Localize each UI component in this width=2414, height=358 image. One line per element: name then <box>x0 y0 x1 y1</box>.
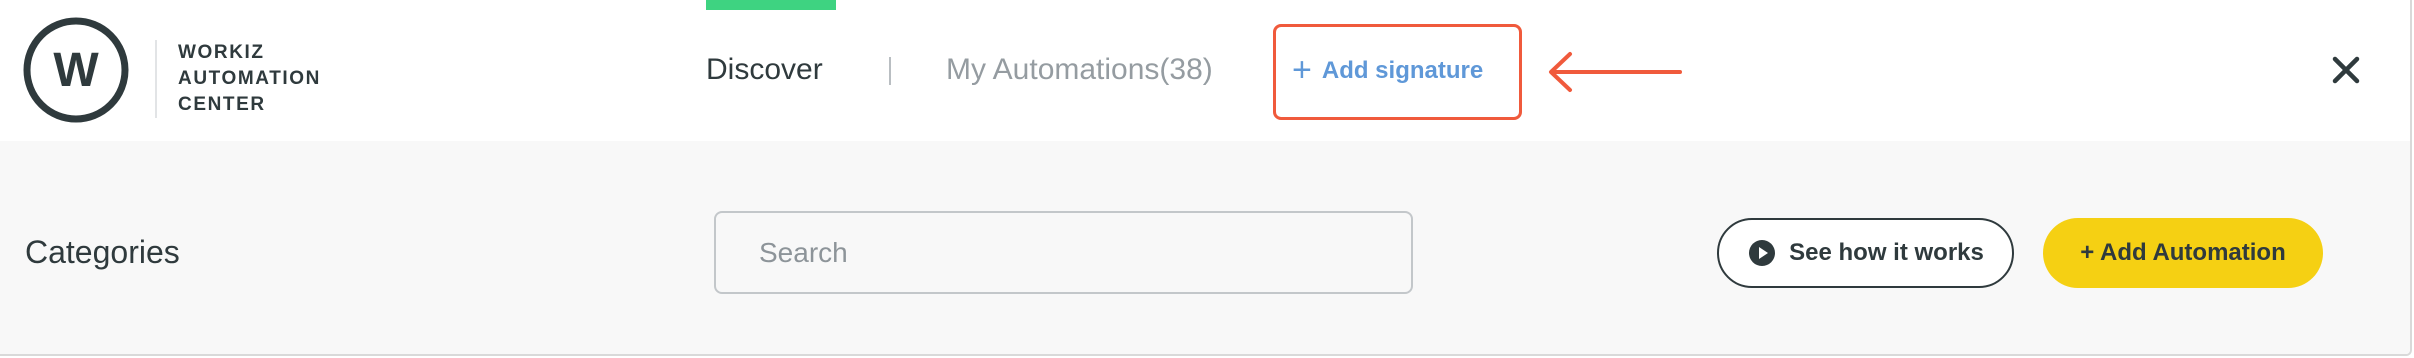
automation-center-panel: W WORKIZ AUTOMATION CENTER Discover My A… <box>0 0 2412 356</box>
tab-discover[interactable]: Discover <box>706 48 823 92</box>
logo-letter: W <box>53 44 99 97</box>
see-how-it-works-button[interactable]: See how it works <box>1717 218 2014 288</box>
search-input[interactable] <box>714 211 1413 294</box>
add-signature-button[interactable]: + Add signature <box>1292 50 1483 90</box>
add-automation-button[interactable]: + Add Automation <box>2043 218 2323 288</box>
categories-title: Categories <box>25 234 180 270</box>
see-how-it-works-label: See how it works <box>1789 239 1984 266</box>
plus-icon: + <box>1292 51 1312 89</box>
workiz-logo-icon: W <box>23 17 129 123</box>
tab-my-automations[interactable]: My Automations(38) <box>946 48 1213 92</box>
brand-name: WORKIZ AUTOMATION CENTER <box>178 40 321 118</box>
add-signature-label: Add signature <box>1321 57 1484 84</box>
logo-divider <box>155 40 157 118</box>
play-circle-icon <box>1749 240 1776 266</box>
active-tab-indicator <box>706 0 836 10</box>
arrow-left-icon <box>1549 52 1682 92</box>
brand-name-line: CENTER <box>178 94 266 115</box>
close-icon[interactable] <box>2330 54 2362 86</box>
tab-divider <box>889 57 891 85</box>
header-bar: W WORKIZ AUTOMATION CENTER Discover My A… <box>0 0 2410 141</box>
brand-name-line: WORKIZ <box>178 42 265 63</box>
brand-name-line: AUTOMATION <box>178 68 322 89</box>
